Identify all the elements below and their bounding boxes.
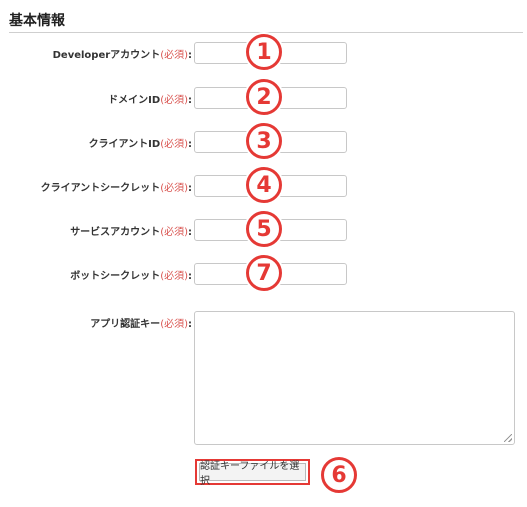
select-key-file-button[interactable]: 認証キーファイルを選択 (199, 461, 306, 487)
field-label: サービスアカウント(必須): (70, 227, 192, 238)
section-title: 基本情報 (9, 13, 65, 29)
field-label: Developerアカウント(必須): (52, 50, 192, 61)
form-row-service-account: サービスアカウント(必須): 5 (0, 211, 527, 247)
form-row-client-secret: クライアントシークレット(必須): 4 (0, 167, 527, 203)
form-row-bot-secret: ボットシークレット(必須): 7 (0, 255, 527, 291)
form-row-developer-account: Developerアカウント(必須): 1 (0, 34, 527, 70)
section-divider (9, 32, 523, 33)
field-label: クライアントシークレット(必須): (40, 183, 192, 194)
number-badge: 7 (246, 255, 282, 291)
number-badge: 3 (246, 123, 282, 159)
form-row-client-id: クライアントID(必須): 3 (0, 123, 527, 159)
resize-grip-icon[interactable] (504, 434, 512, 442)
field-label: ドメインID(必須): (108, 95, 192, 106)
form-row-domain-id: ドメインID(必須): 2 (0, 79, 527, 115)
number-badge: 4 (246, 167, 282, 203)
number-badge: 6 (321, 457, 357, 493)
number-badge: 1 (246, 34, 282, 70)
highlight-outline: 認証キーファイルを選択 (195, 459, 310, 487)
number-badge: 2 (246, 79, 282, 115)
field-label: クライアントID(必須): (88, 139, 192, 150)
field-label: ボットシークレット(必須): (70, 271, 192, 282)
number-badge: 5 (246, 211, 282, 247)
app-key-textarea[interactable] (194, 311, 515, 445)
field-label: アプリ認証キー(必須): (90, 319, 192, 330)
